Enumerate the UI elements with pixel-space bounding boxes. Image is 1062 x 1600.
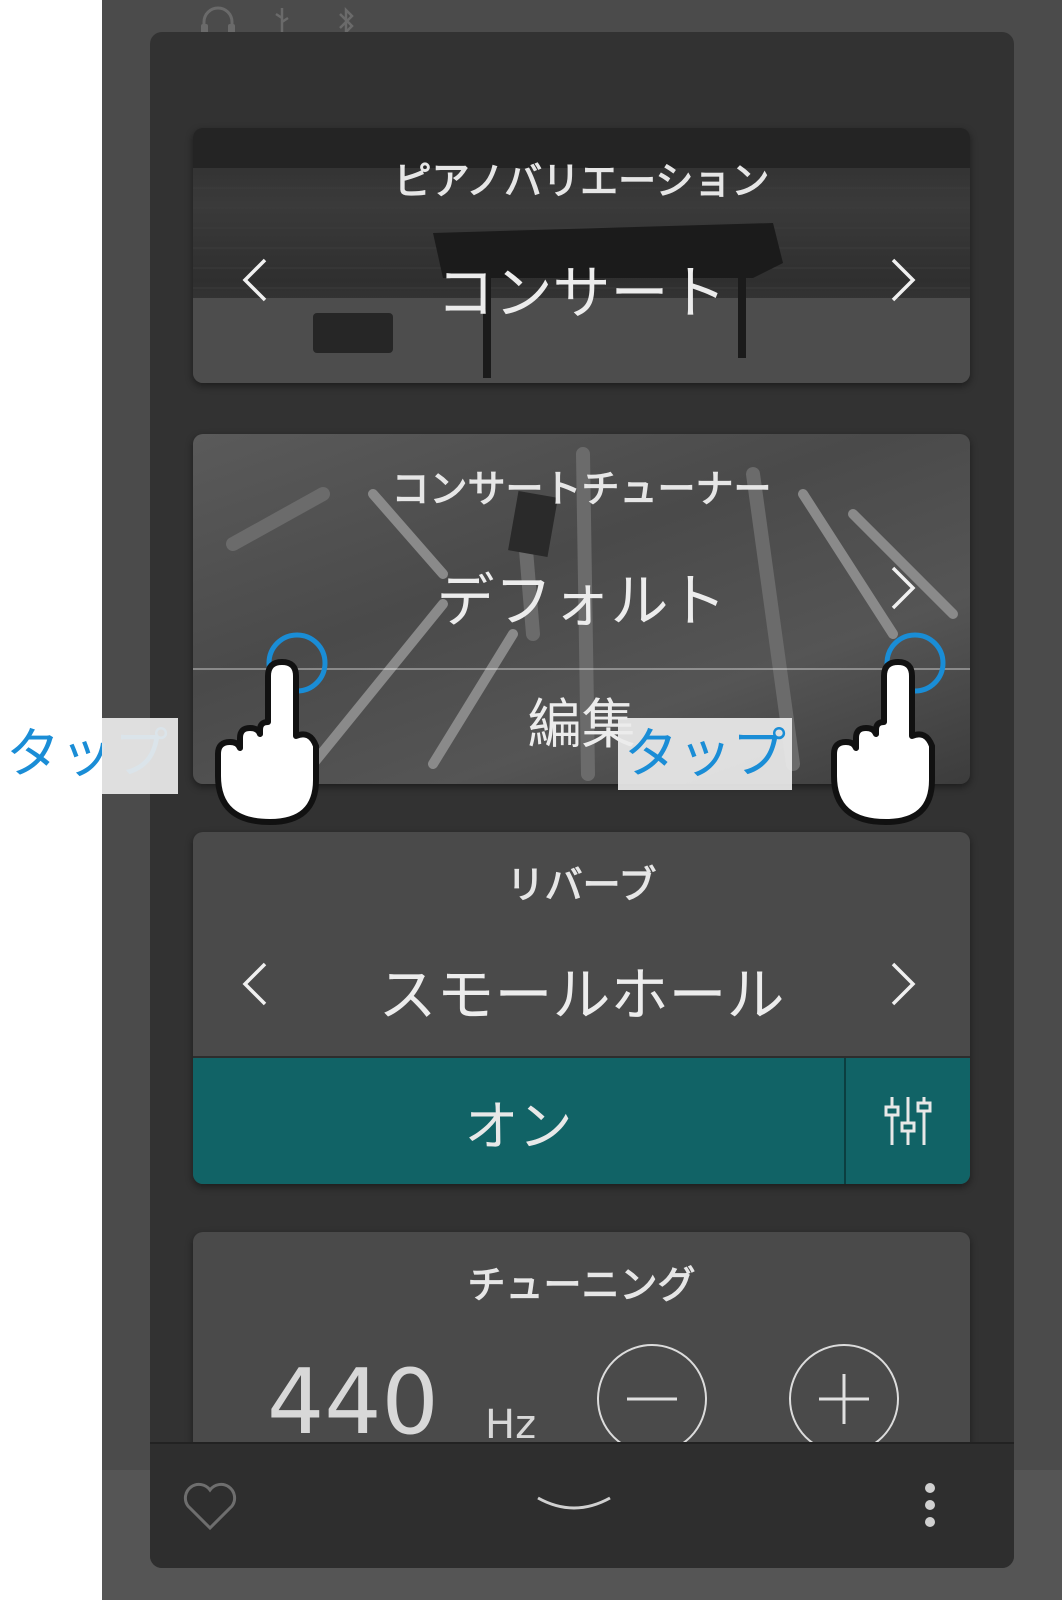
pointing-hand-icon bbox=[215, 659, 319, 825]
piano-variation-title: ピアノバリエーション bbox=[393, 159, 770, 203]
plus-icon bbox=[819, 1374, 869, 1424]
chevron-right-icon[interactable] bbox=[887, 256, 919, 304]
reverb-title: リバーブ bbox=[506, 863, 657, 907]
reverb-card: リバーブ スモールホール オン bbox=[193, 832, 970, 1184]
chevron-right-icon[interactable] bbox=[887, 564, 919, 612]
pointing-hand-icon bbox=[831, 659, 935, 825]
tap-label-bg bbox=[102, 718, 178, 794]
decrease-button[interactable] bbox=[597, 1344, 707, 1454]
chevron-right-icon[interactable] bbox=[887, 960, 919, 1008]
minus-icon bbox=[627, 1397, 677, 1401]
tuning-title: チューニング bbox=[467, 1263, 696, 1307]
more-vertical-icon[interactable] bbox=[920, 1480, 940, 1530]
heart-icon[interactable] bbox=[180, 1480, 240, 1532]
bottom-bar bbox=[150, 1442, 1014, 1568]
reverb-value: スモールホール bbox=[378, 961, 785, 1029]
reverb-settings-button[interactable] bbox=[846, 1058, 970, 1184]
chevron-left-icon[interactable] bbox=[239, 960, 271, 1008]
tuning-value: 440 bbox=[267, 1350, 439, 1455]
piano-variation-value: コンサート bbox=[436, 259, 727, 327]
concert-tuner-value[interactable]: デフォルト bbox=[193, 554, 970, 638]
concert-tuner-title: コンサートチューナー bbox=[391, 467, 772, 511]
increase-button[interactable] bbox=[789, 1344, 899, 1454]
chevron-left-icon[interactable] bbox=[239, 256, 271, 304]
piano-variation-card: ピアノバリエーション コンサート bbox=[193, 128, 970, 383]
tap-annotation-right: タップ bbox=[618, 718, 792, 790]
chevron-down-icon[interactable] bbox=[534, 1494, 614, 1520]
sliders-icon bbox=[884, 1097, 932, 1145]
reverb-toggle-label: オン bbox=[464, 1094, 573, 1158]
reverb-toggle-button[interactable]: オン bbox=[193, 1058, 844, 1184]
